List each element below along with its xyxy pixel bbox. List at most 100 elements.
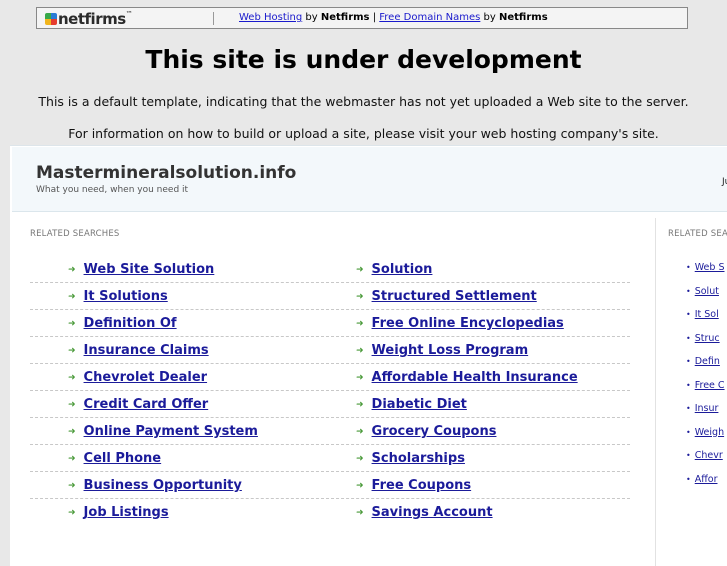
related-search-link[interactable]: It Solutions	[84, 289, 168, 304]
bullet-icon: •	[686, 333, 691, 343]
list-item: ➜ Cell Phone ➜ Scholarships	[30, 445, 630, 472]
list-item: ➜ It Solutions ➜ Structured Settlement	[30, 283, 630, 310]
related-search-link[interactable]: Business Opportunity	[84, 478, 242, 493]
side-search-link[interactable]: Free C	[695, 380, 725, 391]
side-search-link[interactable]: Insur	[695, 403, 719, 414]
free-domain-names-link[interactable]: Free Domain Names	[379, 12, 480, 23]
side-search-link[interactable]: Web S	[695, 262, 725, 273]
side-list-item: • Free C	[686, 380, 725, 404]
side-search-list: • Web S • Solut • It Sol • Struc • Defin • Free C • I…	[686, 262, 725, 497]
search-link-cell: ➜ Solution	[356, 262, 432, 277]
side-list-item: • Web S	[686, 262, 725, 286]
related-search-link[interactable]: Cell Phone	[84, 451, 162, 466]
list-item: ➜ Definition Of ➜ Free Online Encyclopedias	[30, 310, 630, 337]
arrow-right-icon: ➜	[68, 373, 76, 383]
header-corner-text: Ju	[722, 177, 727, 187]
parked-page-frame: Mastermineralsolution.info What you need…	[10, 145, 727, 566]
related-searches-label: RELATED SEARCHES	[30, 229, 120, 239]
search-link-cell: ➜ Online Payment System	[68, 424, 258, 439]
list-item: ➜ Chevrolet Dealer ➜ Affordable Health Insu…	[30, 364, 630, 391]
search-link-cell: ➜ Savings Account	[356, 505, 493, 520]
netfirms-logo[interactable]: netfirms™	[45, 10, 133, 28]
search-link-cell: ➜ Web Site Solution	[68, 262, 214, 277]
search-link-cell: ➜ Grocery Coupons	[356, 424, 496, 439]
bullet-icon: •	[686, 404, 691, 413]
list-item: ➜ Job Listings ➜ Savings Account	[30, 499, 630, 526]
bullet-icon: •	[686, 357, 691, 366]
related-search-link[interactable]: Structured Settlement	[372, 289, 537, 304]
related-search-link[interactable]: Job Listings	[84, 505, 169, 520]
bullet-icon: •	[686, 474, 691, 484]
search-link-cell: ➜ Definition Of	[68, 316, 177, 331]
related-search-link[interactable]: Chevrolet Dealer	[84, 370, 208, 385]
related-search-link[interactable]: Insurance Claims	[84, 343, 209, 358]
web-hosting-link[interactable]: Web Hosting	[239, 12, 302, 23]
related-search-link[interactable]: Free Coupons	[372, 478, 472, 493]
side-search-link[interactable]: Struc	[695, 333, 720, 344]
related-search-link[interactable]: Affordable Health Insurance	[372, 370, 578, 385]
arrow-right-icon: ➜	[356, 265, 364, 275]
list-item: ➜ Online Payment System ➜ Grocery Coupons	[30, 418, 630, 445]
search-link-cell: ➜ Credit Card Offer	[68, 397, 208, 412]
search-link-cell: ➜ Structured Settlement	[356, 289, 537, 304]
related-search-link[interactable]: Online Payment System	[84, 424, 258, 439]
search-link-cell: ➜ Insurance Claims	[68, 343, 209, 358]
bullet-icon: •	[686, 310, 691, 319]
arrow-right-icon: ➜	[68, 508, 76, 518]
bullet-icon: •	[686, 286, 691, 296]
bullet-icon: •	[686, 263, 691, 272]
side-search-link[interactable]: Solut	[695, 286, 719, 297]
search-link-cell: ➜ Affordable Health Insurance	[356, 370, 578, 385]
search-link-cell: ➜ Chevrolet Dealer	[68, 370, 207, 385]
arrow-right-icon: ➜	[68, 481, 76, 491]
default-template-message: This is a default template, indicating t…	[38, 94, 689, 109]
related-search-link[interactable]: Grocery Coupons	[372, 424, 497, 439]
related-search-link[interactable]: Solution	[372, 262, 433, 277]
bullet-icon: •	[686, 451, 691, 460]
side-list-item: • Defin	[686, 356, 725, 380]
netfirms-brand-1: Netfirms	[320, 12, 370, 23]
related-search-link[interactable]: Scholarships	[372, 451, 465, 466]
related-search-list: ➜ Web Site Solution ➜ Solution ➜ It Solutions…	[30, 256, 630, 526]
related-search-link[interactable]: Credit Card Offer	[84, 397, 209, 412]
side-search-link[interactable]: Chevr	[695, 450, 723, 461]
side-list-item: • Affor	[686, 474, 725, 498]
related-search-link[interactable]: Savings Account	[372, 505, 493, 520]
side-search-link[interactable]: Defin	[695, 356, 720, 367]
arrow-right-icon: ➜	[68, 427, 76, 437]
site-tagline: What you need, when you need it	[36, 185, 189, 195]
arrow-right-icon: ➜	[356, 292, 364, 302]
side-search-link[interactable]: Affor	[695, 474, 718, 485]
side-search-link[interactable]: Weigh	[695, 427, 724, 438]
arrow-right-icon: ➜	[356, 481, 364, 491]
search-link-cell: ➜ Free Coupons	[356, 478, 471, 493]
related-search-link[interactable]: Definition Of	[84, 316, 177, 331]
arrow-right-icon: ➜	[356, 319, 364, 329]
column-divider	[655, 218, 656, 566]
related-search-link[interactable]: Diabetic Diet	[372, 397, 467, 412]
banner-links: Web Hosting by Netfirms | Free Domain Na…	[239, 12, 548, 23]
related-search-link[interactable]: Free Online Encyclopedias	[372, 316, 564, 331]
search-link-cell: ➜ Cell Phone	[68, 451, 161, 466]
search-link-cell: ➜ Business Opportunity	[68, 478, 242, 493]
side-search-link[interactable]: It Sol	[695, 309, 719, 320]
banner-divider	[213, 12, 214, 25]
related-search-link[interactable]: Web Site Solution	[84, 262, 215, 277]
related-search-link[interactable]: Weight Loss Program	[372, 343, 529, 358]
site-title[interactable]: Mastermineralsolution.info	[36, 163, 296, 183]
arrow-right-icon: ➜	[68, 346, 76, 356]
hosting-info-message: For information on how to build or uploa…	[68, 126, 659, 141]
netfirms-banner: netfirms™ Web Hosting by Netfirms | Free…	[36, 7, 688, 29]
search-link-cell: ➜ Job Listings	[68, 505, 169, 520]
arrow-right-icon: ➜	[68, 265, 76, 275]
side-list-item: • Struc	[686, 333, 725, 357]
logo-text: netfirms	[58, 10, 126, 28]
side-list-item: • It Sol	[686, 309, 725, 333]
list-item: ➜ Credit Card Offer ➜ Diabetic Diet	[30, 391, 630, 418]
arrow-right-icon: ➜	[68, 319, 76, 329]
arrow-right-icon: ➜	[356, 346, 364, 356]
side-related-searches-label: RELATED SEA	[668, 229, 727, 239]
arrow-right-icon: ➜	[356, 400, 364, 410]
arrow-right-icon: ➜	[356, 427, 364, 437]
by-text-2: by	[483, 12, 496, 23]
